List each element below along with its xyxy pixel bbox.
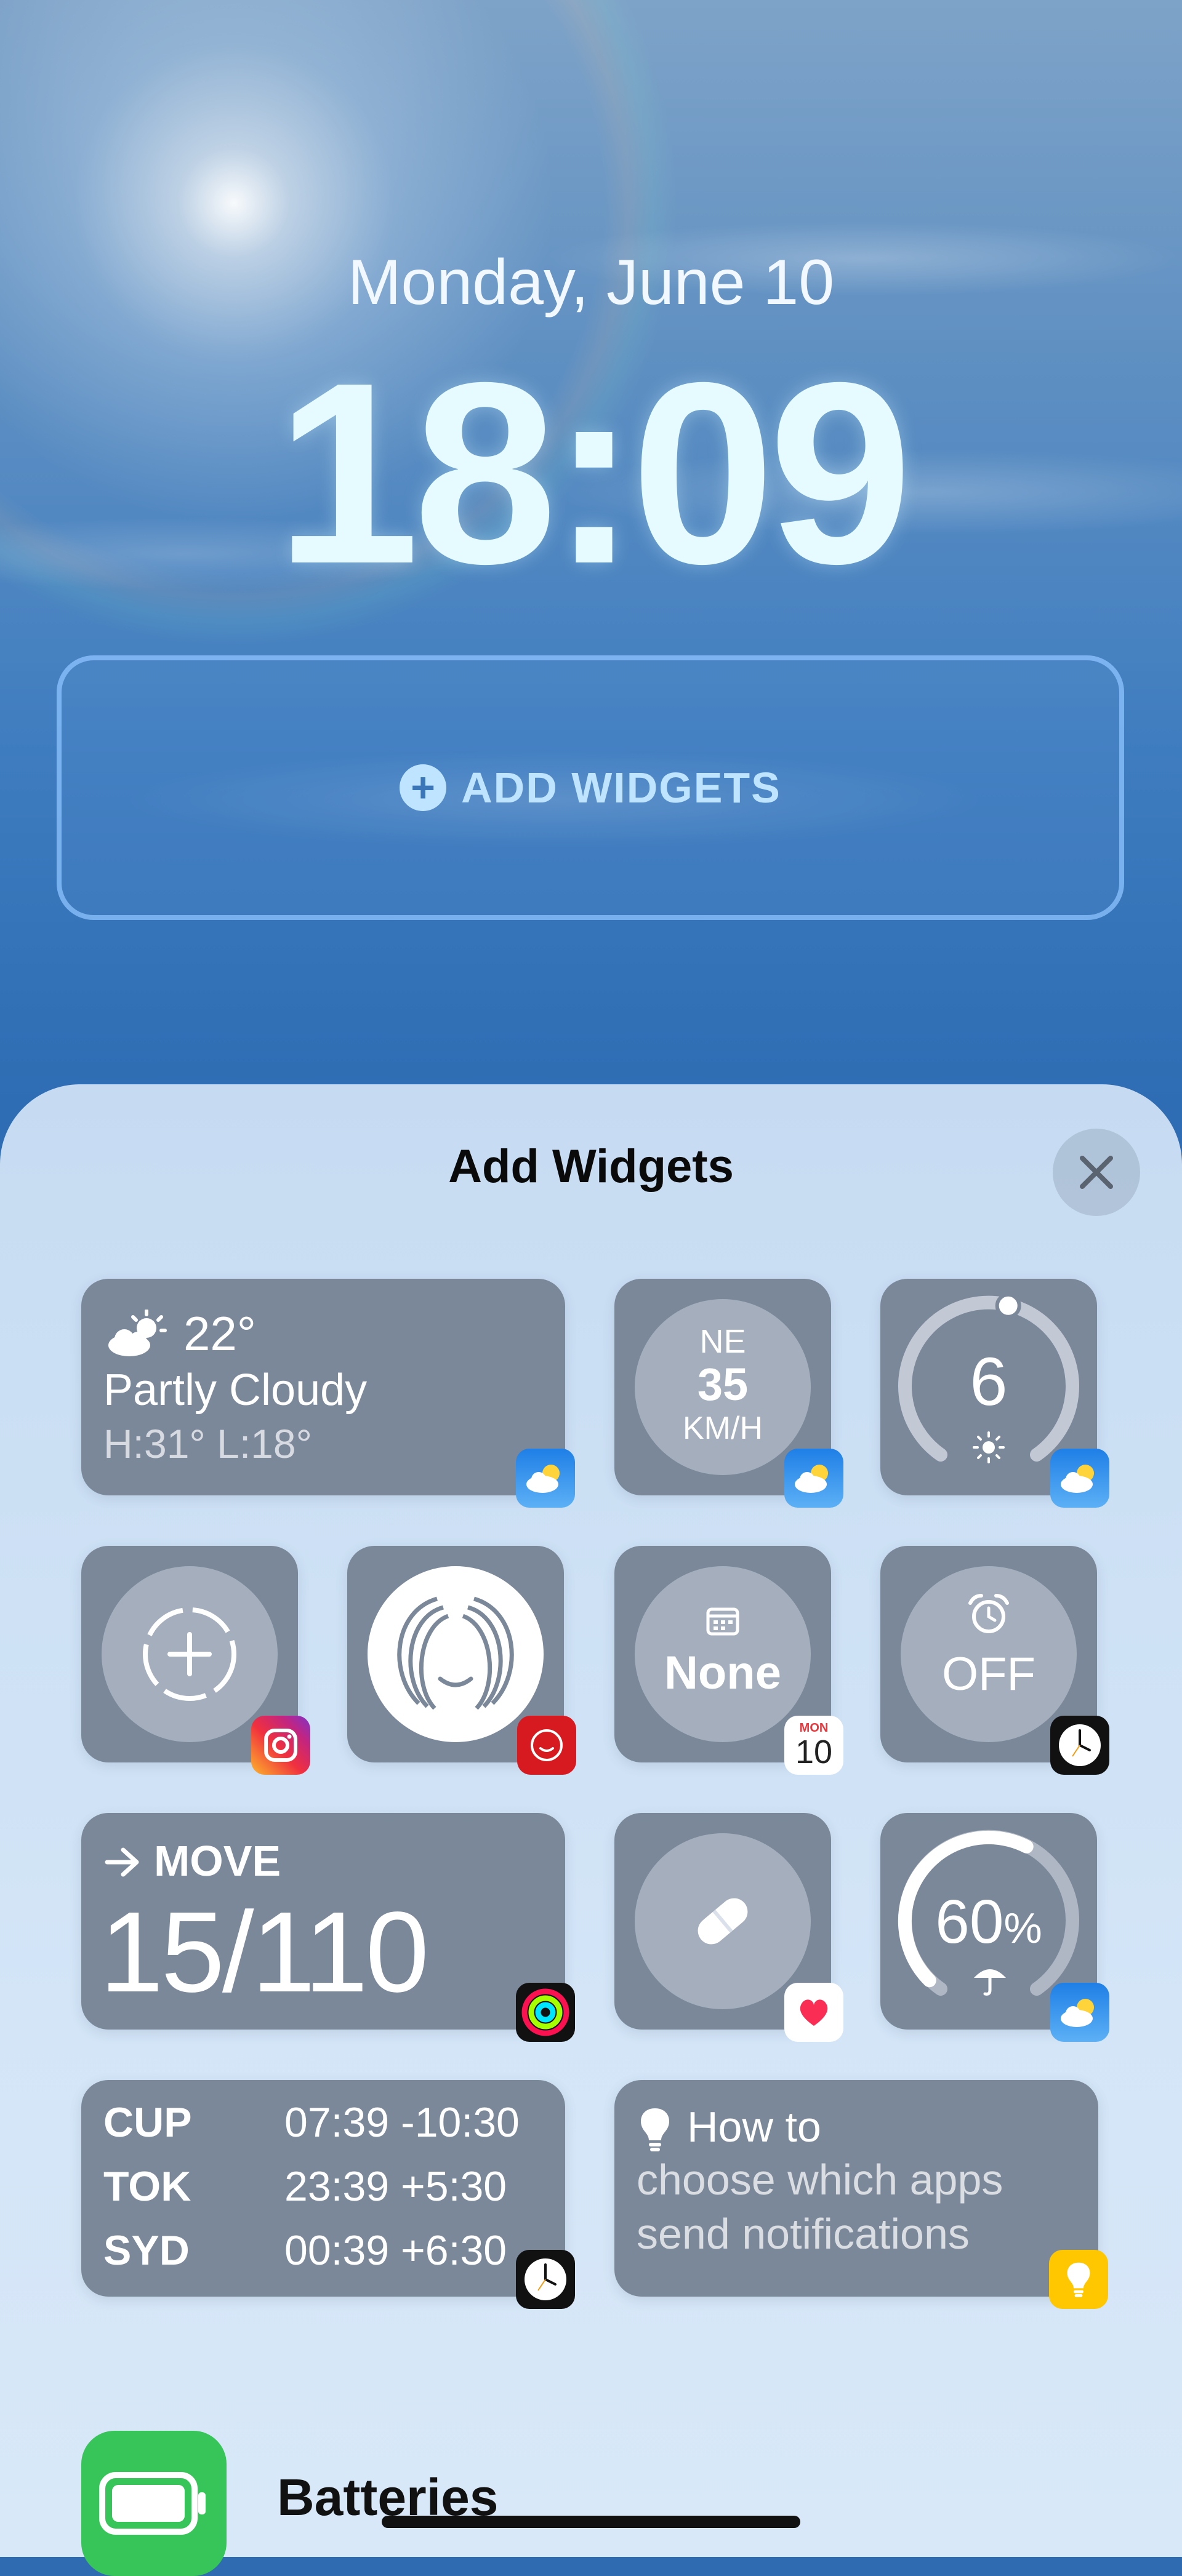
alarm-ring: OFF [901, 1566, 1077, 1742]
instagram-app-badge [251, 1716, 310, 1775]
wind-unit: KM/H [683, 1410, 763, 1446]
activity-rings-icon [521, 1988, 569, 2036]
instagram-ring [102, 1566, 278, 1742]
ai-app-widget[interactable] [347, 1546, 576, 1775]
tip-body: choose which apps send notifications [637, 2156, 1003, 2258]
weather-app-icon [795, 1465, 828, 1493]
weather-app-icon [1061, 1999, 1094, 2027]
add-widgets-zone[interactable]: + ADD WIDGETS [57, 655, 1124, 920]
plus-circle-icon: + [400, 764, 447, 811]
weather-temperature: 22° [183, 1306, 256, 1361]
weather-app-badge [516, 1449, 575, 1508]
lightbulb-icon [640, 2108, 670, 2151]
calendar-badge-date: 10 [795, 1734, 833, 1770]
fitness-app-badge [516, 1983, 575, 2042]
sheet-title: Add Widgets [448, 1140, 734, 1193]
close-button[interactable] [1053, 1129, 1140, 1216]
move-value: 15/110 [100, 1889, 429, 2016]
sun-icon [973, 1431, 1005, 1463]
pill-icon [698, 1898, 748, 1945]
clock-app-badge [516, 2250, 575, 2309]
calendar-badge-day: MON [799, 1721, 829, 1735]
move-label: MOVE [154, 1837, 281, 1885]
umbrella-icon [974, 1969, 1006, 1996]
weather-conditions-widget[interactable]: 22° Partly Cloudy H:31° L:18° [81, 1279, 575, 1508]
lock-date: Monday, June 10 [347, 247, 835, 318]
rain-value-group: 60% [901, 1887, 1077, 1958]
medications-widget[interactable] [614, 1813, 843, 2042]
world-clock-city: TOK [103, 2163, 191, 2210]
calendar-event-value: None [664, 1647, 781, 1699]
clock-app-badge [1050, 1716, 1109, 1775]
rain-unit: % [1003, 1904, 1042, 1952]
ai-app-logo-circle [368, 1566, 544, 1742]
wind-speed: 35 [697, 1359, 749, 1410]
battery-icon [99, 2472, 206, 2535]
ai-app-icon [531, 1729, 563, 1761]
lock-time[interactable]: 18:09 [0, 345, 1182, 603]
weather-app-icon [526, 1465, 560, 1493]
clock-app-icon [1059, 1724, 1101, 1766]
weather-app-icon [1061, 1465, 1094, 1493]
weather-app-badge [1050, 1983, 1109, 2042]
rain-value: 60 [935, 1887, 1004, 1956]
alarm-clock-icon [968, 1594, 1009, 1633]
dashed-plus-icon [143, 1607, 236, 1701]
weather-high-low: H:31° L:18° [103, 1421, 312, 1466]
world-clock-city: SYD [103, 2227, 190, 2274]
weather-app-badge [784, 1449, 843, 1508]
medications-ring [635, 1833, 811, 2009]
rain-chance-widget[interactable]: 60% [880, 1813, 1109, 2042]
alarm-value: OFF [942, 1648, 1035, 1700]
add-widgets-zone-content: + ADD WIDGETS [62, 660, 1119, 915]
world-clock-widget[interactable]: CUP 07:39 -10:30 TOK 23:39 +5:30 SYD 00:… [81, 2080, 575, 2309]
heart-icon [800, 1999, 828, 2026]
tip-title: How to [687, 2103, 821, 2151]
uv-value: 6 [970, 1344, 1008, 1420]
calendar-next-event-widget[interactable]: None MON 10 [614, 1546, 843, 1775]
alarm-widget[interactable]: OFF [880, 1546, 1109, 1775]
uv-index-widget[interactable]: 6 [880, 1279, 1109, 1508]
tips-app-badge [1049, 2250, 1108, 2309]
world-clock-time: 07:39 -10:30 [284, 2099, 520, 2146]
close-icon [1080, 1156, 1113, 1189]
instagram-widget[interactable] [81, 1546, 310, 1775]
ai-app-badge [517, 1716, 576, 1775]
wind-ring: NE 35 KM/H [635, 1299, 811, 1475]
world-clock-time: 23:39 +5:30 [284, 2163, 507, 2210]
world-clock-city: CUP [103, 2099, 192, 2146]
face-logo-icon [397, 1596, 514, 1710]
arrow-right-icon [105, 1847, 139, 1877]
weather-app-badge [1050, 1449, 1109, 1508]
batteries-app-icon[interactable] [81, 2431, 227, 2576]
instagram-icon [264, 1729, 297, 1762]
calendar-icon [706, 1607, 739, 1636]
world-clock-time: 00:39 +6:30 [284, 2227, 507, 2274]
uv-gauge-marker [995, 1295, 1021, 1319]
add-widgets-zone-label: ADD WIDGETS [461, 764, 781, 812]
tips-app-icon [1067, 2262, 1090, 2297]
clock-app-icon [525, 2258, 566, 2300]
partly-cloudy-icon [108, 1310, 167, 1356]
tips-widget[interactable]: How to choose which apps send notificati… [614, 2080, 1108, 2309]
home-indicator[interactable] [382, 2516, 800, 2528]
wind-widget[interactable]: NE 35 KM/H [614, 1279, 843, 1508]
calendar-app-badge: MON 10 [784, 1716, 843, 1775]
weather-condition: Partly Cloudy [103, 1366, 368, 1415]
calendar-ring: None [635, 1566, 811, 1742]
activity-move-widget[interactable]: MOVE 15/110 [81, 1813, 575, 2042]
wind-direction: NE [699, 1323, 746, 1360]
health-app-badge [784, 1983, 843, 2042]
